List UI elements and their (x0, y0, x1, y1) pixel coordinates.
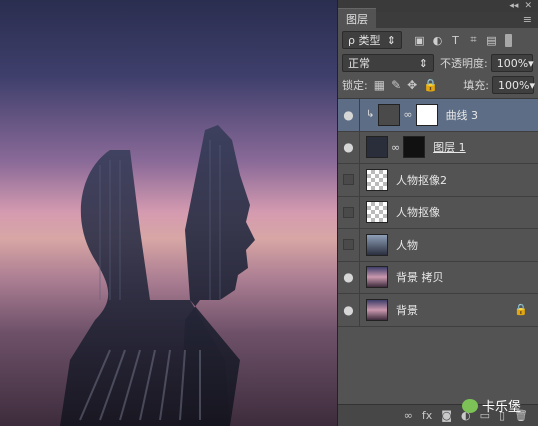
layer-thumbnail (366, 298, 388, 321)
layer-name: 图层 1 (433, 141, 466, 155)
lock-all-icon[interactable]: 🔒 (423, 78, 438, 92)
layer-row[interactable]: 人物抠像 (338, 196, 538, 229)
layers-panel: ◂◂ ✕ 图层 ≡ ρ 类型 ⇕ ▣ ◐ T ⌗ ▤ 正常 ⇕ 不透明度: 10… (337, 0, 538, 426)
layer-row[interactable]: ● ↳ ∞ 曲线 3 (338, 99, 538, 132)
dropdown-arrow-icon: ⇕ (386, 33, 396, 47)
document-canvas[interactable] (0, 0, 337, 426)
layer-name: 人物抠像 (396, 206, 440, 220)
adjustment-filter-icon[interactable]: ◐ (430, 33, 445, 48)
dropdown-arrow-icon: ▾ (528, 56, 534, 70)
visibility-eye-icon[interactable]: ● (338, 294, 360, 326)
layer-mask-thumbnail (415, 103, 438, 126)
visibility-eye-icon[interactable]: ● (338, 131, 360, 163)
visibility-toggle-off[interactable] (338, 229, 360, 261)
lock-label: 锁定: (342, 79, 368, 92)
layers-list: ● ↳ ∞ 曲线 3 ● ∞ 图层 1 人物抠像2 人物抠像 人物 ● 背景 拷… (338, 98, 538, 404)
lock-icon: 🔒 (514, 303, 528, 317)
opacity-value: 100% (496, 56, 529, 70)
layer-thumbnail (366, 266, 388, 289)
layer-mask-thumbnail (403, 136, 426, 159)
layer-row[interactable]: 人物抠像2 (338, 164, 538, 197)
layer-row[interactable]: 人物 (338, 229, 538, 262)
layer-name: 曲线 3 (445, 108, 479, 122)
layer-thumbnail (366, 136, 388, 159)
lock-transparent-icon[interactable]: ▦ (374, 78, 385, 92)
chain-link-icon: ∞ (403, 108, 413, 122)
clip-arrow-icon: ↳ (366, 109, 375, 121)
visibility-eye-icon[interactable]: ● (338, 99, 360, 131)
filter-toggle-switch[interactable] (505, 33, 512, 47)
fx-icon[interactable]: fx (422, 409, 432, 422)
link-icon[interactable]: ∞ (404, 409, 413, 422)
layer-name: 人物抠像2 (396, 173, 447, 187)
blend-mode-dropdown[interactable]: 正常 ⇕ (342, 54, 434, 72)
layer-row[interactable]: ● 背景 🔒 (338, 294, 538, 327)
fill-label: 填充: (463, 79, 489, 92)
visibility-eye-icon[interactable]: ● (338, 261, 360, 293)
wechat-icon (462, 398, 478, 413)
dropdown-arrow-icon: ▾ (529, 78, 535, 92)
tab-layers[interactable]: 图层 (338, 8, 376, 28)
curves-adjustment-icon (378, 103, 401, 126)
shape-filter-icon[interactable]: ⌗ (466, 33, 481, 48)
watermark-text: 卡乐堡 (482, 400, 522, 415)
panel-tab-row: 图层 ≡ (338, 8, 538, 28)
blend-row: 正常 ⇕ 不透明度: 100% ▾ (338, 52, 538, 74)
lock-position-icon[interactable]: ✥ (407, 78, 417, 92)
visibility-toggle-off[interactable] (338, 196, 360, 228)
layer-thumbnail (366, 233, 388, 256)
mask-icon[interactable]: ◙ (441, 409, 452, 422)
fill-value: 100% (498, 78, 530, 92)
filter-kind-label: ρ 类型 (348, 34, 381, 47)
filter-kind-dropdown[interactable]: ρ 类型 ⇕ (342, 31, 402, 49)
layer-thumbnail (366, 168, 388, 191)
dropdown-arrow-icon: ⇕ (418, 56, 428, 70)
opacity-field[interactable]: 100% ▾ (490, 54, 534, 72)
filter-row: ρ 类型 ⇕ ▣ ◐ T ⌗ ▤ (338, 28, 538, 52)
layer-row[interactable]: ● ∞ 图层 1 (338, 131, 538, 164)
collapse-icon[interactable]: ◂◂ (509, 1, 518, 11)
layer-row[interactable]: ● 背景 拷贝 (338, 261, 538, 294)
opacity-label: 不透明度: (440, 57, 488, 70)
filter-buttons: ▣ ◐ T ⌗ ▤ (412, 33, 499, 48)
visibility-toggle-off[interactable] (338, 164, 360, 196)
chain-link-icon: ∞ (391, 140, 401, 154)
layer-name: 背景 (396, 303, 418, 317)
layer-name: 背景 拷贝 (396, 271, 444, 285)
smart-object-filter-icon[interactable]: ▤ (484, 33, 499, 48)
fill-field[interactable]: 100% ▾ (492, 76, 535, 94)
lock-row: 锁定: ▦ ✎ ✥ 🔒 填充: 100% ▾ (338, 74, 538, 96)
double-exposure-artwork (60, 125, 255, 426)
blend-mode-value: 正常 (348, 57, 370, 70)
lock-pixels-icon[interactable]: ✎ (391, 78, 401, 92)
watermark: 卡乐堡 (462, 396, 521, 415)
panel-menu-icon[interactable]: ≡ (523, 13, 538, 28)
type-filter-icon[interactable]: T (448, 33, 463, 48)
image-filter-icon[interactable]: ▣ (412, 33, 427, 48)
close-icon[interactable]: ✕ (524, 1, 532, 11)
layer-name: 人物 (396, 238, 418, 252)
layer-thumbnail (366, 201, 388, 224)
